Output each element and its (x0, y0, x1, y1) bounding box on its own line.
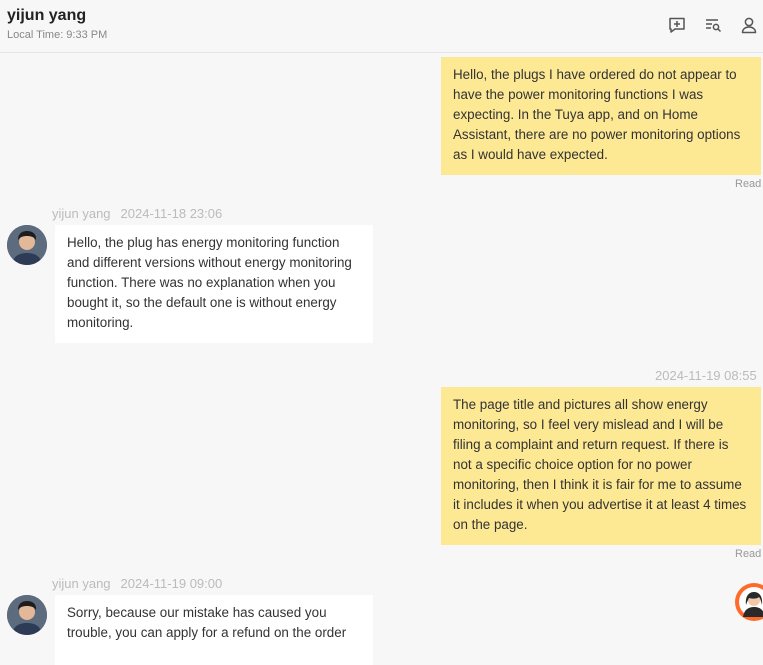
avatar[interactable] (7, 225, 47, 265)
message-time: 2024-11-19 08:55 (655, 368, 757, 383)
support-agent-button[interactable] (735, 583, 763, 621)
sender-name: yijun yang (52, 206, 111, 221)
support-agent-icon (739, 587, 763, 617)
read-status: Read (735, 178, 762, 190)
incoming-message: Hello, the plug has energy monitoring fu… (55, 225, 373, 343)
outgoing-message: The page title and pictures all show ene… (441, 387, 761, 545)
chat-header: yijun yang Local Time: 9:33 PM (0, 0, 763, 53)
outgoing-message: Hello, the plugs I have ordered do not a… (441, 57, 761, 175)
read-status: Read (735, 548, 762, 560)
message-time: 2024-11-18 23:06 (120, 206, 223, 221)
search-list-icon[interactable] (703, 15, 723, 35)
incoming-message: Sorry, because our mistake has caused yo… (55, 595, 373, 665)
local-time: Local Time: 9:33 PM (7, 29, 108, 41)
profile-icon[interactable] (739, 15, 759, 35)
add-comment-icon[interactable] (667, 15, 687, 35)
sender-name: yijun yang (52, 576, 111, 591)
contact-name: yijun yang (7, 7, 87, 24)
message-time: 2024-11-19 09:00 (120, 576, 223, 591)
sender-line: yijun yang 2024-11-18 23:06 (52, 206, 222, 221)
sender-line: yijun yang 2024-11-19 09:00 (52, 576, 222, 591)
avatar[interactable] (7, 595, 47, 635)
